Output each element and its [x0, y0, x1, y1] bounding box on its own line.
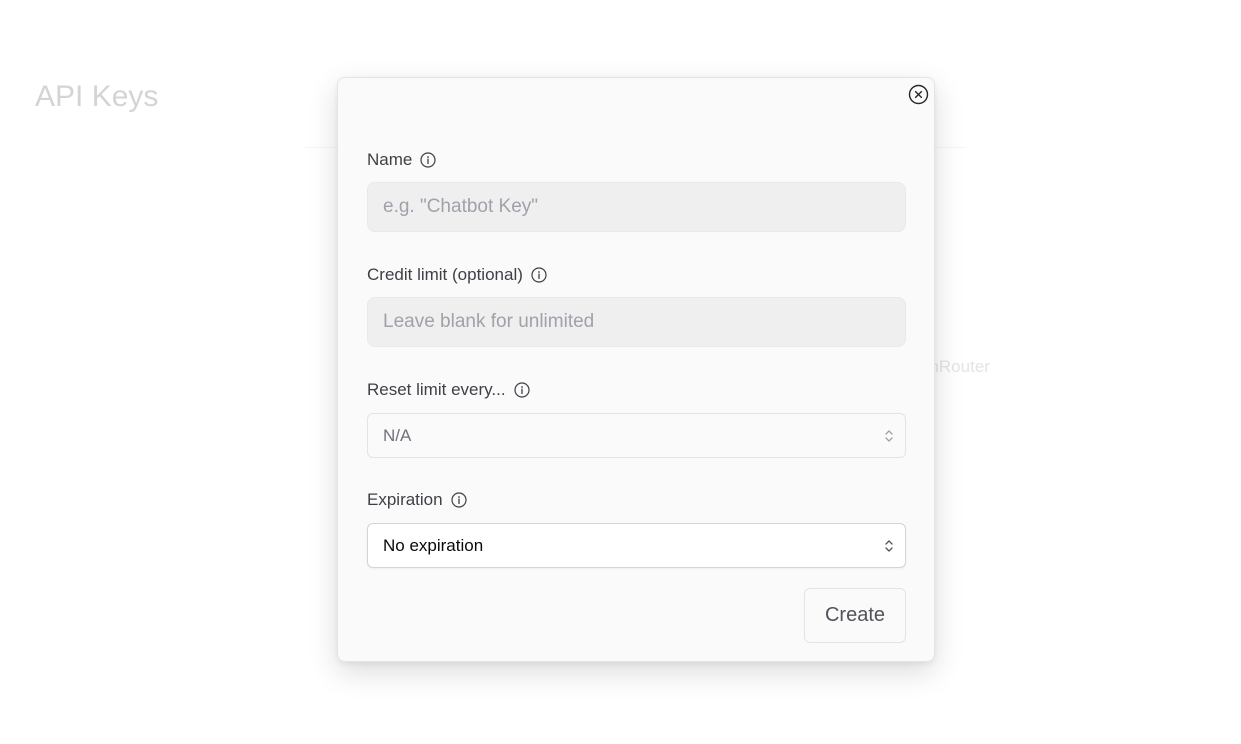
create-key-dialog: Name Credit limit (optional): [337, 77, 935, 662]
create-button[interactable]: Create: [804, 588, 906, 643]
expiration-value: No expiration: [383, 535, 484, 555]
info-icon[interactable]: [420, 152, 436, 168]
name-input[interactable]: [367, 182, 906, 232]
chevron-up-down-icon: [884, 538, 894, 554]
page: API Keys enRouter Name Credit limit: [0, 0, 1241, 744]
name-label-text: Name: [367, 150, 413, 169]
close-icon: [908, 84, 929, 105]
page-title: API Keys: [35, 80, 159, 113]
reset-limit-value: N/A: [383, 425, 412, 445]
close-button[interactable]: [908, 84, 929, 105]
info-icon[interactable]: [513, 382, 530, 398]
info-icon[interactable]: [451, 492, 467, 508]
expiration-label-text: Expiration: [367, 490, 443, 509]
credit-limit-input[interactable]: [367, 297, 906, 347]
chevron-up-down-icon: [884, 428, 894, 444]
reset-limit-select[interactable]: N/A: [367, 413, 906, 458]
credit-limit-label: Credit limit (optional): [367, 265, 547, 285]
reset-limit-label: Reset limit every...: [367, 380, 530, 400]
info-icon[interactable]: [531, 267, 547, 283]
expiration-select[interactable]: No expiration: [367, 523, 906, 568]
expiration-label: Expiration: [367, 490, 467, 510]
name-label: Name: [367, 150, 436, 170]
credit-limit-label-text: Credit limit (optional): [367, 265, 523, 284]
reset-limit-label-text: Reset limit every...: [367, 380, 506, 399]
